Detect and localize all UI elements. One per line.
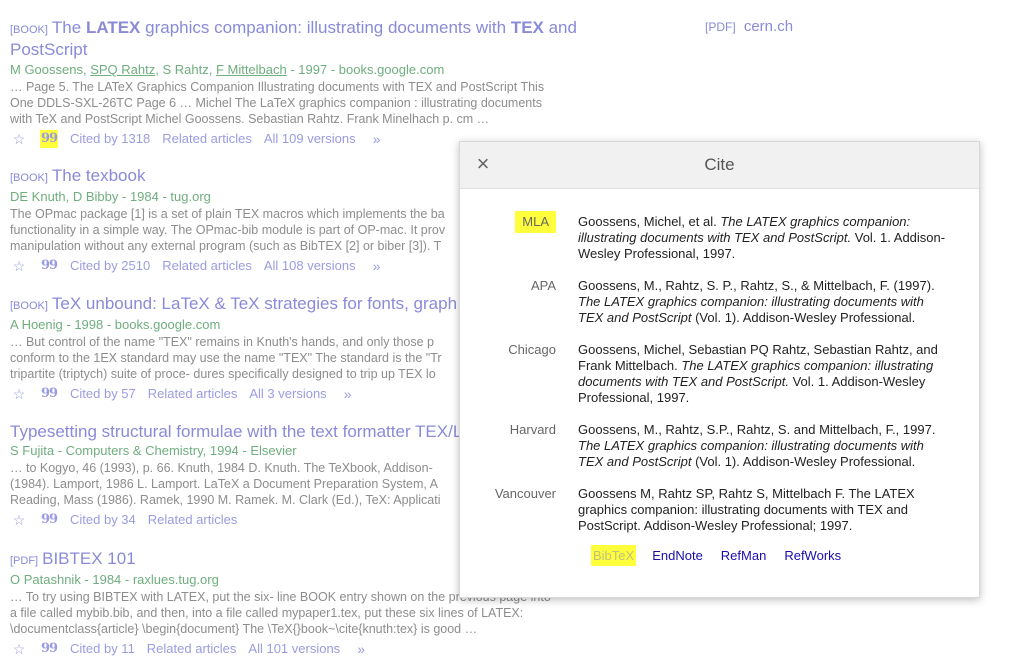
- all-versions-link[interactable]: All 101 versions: [248, 640, 340, 658]
- cite-quote-icon[interactable]: 99: [40, 130, 58, 148]
- related-articles-link[interactable]: Related articles: [162, 257, 252, 275]
- more-chevrons-icon[interactable]: »: [352, 640, 370, 658]
- export-endnote-link[interactable]: EndNote: [652, 548, 703, 566]
- star-icon[interactable]: ☆: [10, 385, 28, 403]
- cite-quote-icon[interactable]: 99: [40, 257, 58, 275]
- cited-by-link[interactable]: Cited by 1318: [70, 130, 150, 148]
- citation-row-mla: MLA Goossens, Michel, et al. The LATEX g…: [460, 211, 981, 262]
- citation-style-label: Harvard: [509, 422, 556, 437]
- citation-text[interactable]: Goossens, Michel, et al. The LATEX graph…: [578, 214, 948, 262]
- related-articles-link[interactable]: Related articles: [147, 640, 237, 658]
- export-links: BibTeX EndNote RefMan RefWorks: [460, 545, 981, 566]
- citation-row-harvard: Harvard Goossens, M., Rahtz, S.P., Rahtz…: [460, 422, 981, 470]
- dialog-title: Cite: [704, 155, 735, 174]
- related-articles-link[interactable]: Related articles: [148, 385, 238, 403]
- result-type-tag: [PDF]: [10, 555, 39, 567]
- cited-by-link[interactable]: Cited by 11: [70, 640, 135, 658]
- result-authors: M Goossens, SPQ Rahtz, S Rahtz, F Mittel…: [10, 62, 445, 77]
- citation-row-vancouver: Vancouver Goossens M, Rahtz SP, Rahtz S,…: [460, 486, 981, 534]
- citation-text[interactable]: Goossens, M., Rahtz, S. P., Rahtz, S., &…: [578, 278, 948, 326]
- star-icon[interactable]: ☆: [10, 130, 28, 148]
- author-link[interactable]: SPQ Rahtz: [90, 62, 155, 77]
- export-bibtex-link[interactable]: BibTeX: [591, 545, 637, 566]
- export-refworks-link[interactable]: RefWorks: [784, 548, 841, 566]
- side-pdf-link[interactable]: [PDF] cern.ch: [705, 18, 793, 35]
- related-articles-link[interactable]: Related articles: [148, 511, 238, 529]
- citation-text[interactable]: Goossens, Michel, Sebastian PQ Rahtz, Se…: [578, 342, 948, 406]
- author-link[interactable]: F Mittelbach: [216, 62, 287, 77]
- cite-dialog: × Cite MLA Goossens, Michel, et al. The …: [459, 141, 980, 598]
- citation-style-label: APA: [530, 278, 556, 293]
- star-icon[interactable]: ☆: [10, 640, 28, 658]
- citation-text[interactable]: Goossens, M., Rahtz, S.P., Rahtz, S. and…: [578, 422, 948, 470]
- more-chevrons-icon[interactable]: »: [368, 130, 386, 148]
- all-versions-link[interactable]: All 3 versions: [249, 385, 326, 403]
- citation-row-chicago: Chicago Goossens, Michel, Sebastian PQ R…: [460, 342, 981, 406]
- cited-by-link[interactable]: Cited by 57: [70, 385, 136, 403]
- all-versions-link[interactable]: All 109 versions: [264, 130, 356, 148]
- result-title-link[interactable]: [BOOK] The LATEX graphics companion: illu…: [10, 18, 590, 60]
- export-refman-link[interactable]: RefMan: [721, 548, 767, 566]
- search-result: [BOOK] The LATEX graphics companion: illu…: [10, 18, 590, 148]
- result-type-tag: [BOOK]: [10, 172, 48, 184]
- cite-quote-icon[interactable]: 99: [40, 511, 58, 529]
- dialog-header: × Cite: [460, 142, 979, 189]
- related-articles-link[interactable]: Related articles: [162, 130, 252, 148]
- cite-quote-icon[interactable]: 99: [40, 385, 58, 403]
- star-icon[interactable]: ☆: [10, 257, 28, 275]
- citation-row-apa: APA Goossens, M., Rahtz, S. P., Rahtz, S…: [460, 278, 981, 326]
- more-chevrons-icon[interactable]: »: [339, 385, 357, 403]
- result-actions: ☆ 99 Cited by 11 Related articles All 10…: [10, 640, 590, 658]
- all-versions-link[interactable]: All 108 versions: [264, 257, 356, 275]
- star-icon[interactable]: ☆: [10, 511, 28, 529]
- citation-style-label: Chicago: [508, 342, 556, 357]
- result-type-tag: [BOOK]: [10, 300, 48, 312]
- result-snippet: … Page 5. The LATeX Graphics Companion I…: [10, 80, 545, 126]
- citation-style-label: MLA: [515, 211, 556, 233]
- result-type-tag: [BOOK]: [10, 24, 48, 36]
- citation-style-label: Vancouver: [494, 486, 556, 501]
- citation-text[interactable]: Goossens M, Rahtz SP, Rahtz S, Mittelbac…: [578, 486, 948, 534]
- cite-quote-icon[interactable]: 99: [40, 640, 58, 658]
- cited-by-link[interactable]: Cited by 2510: [70, 257, 150, 275]
- cited-by-link[interactable]: Cited by 34: [70, 511, 136, 529]
- more-chevrons-icon[interactable]: »: [368, 257, 386, 275]
